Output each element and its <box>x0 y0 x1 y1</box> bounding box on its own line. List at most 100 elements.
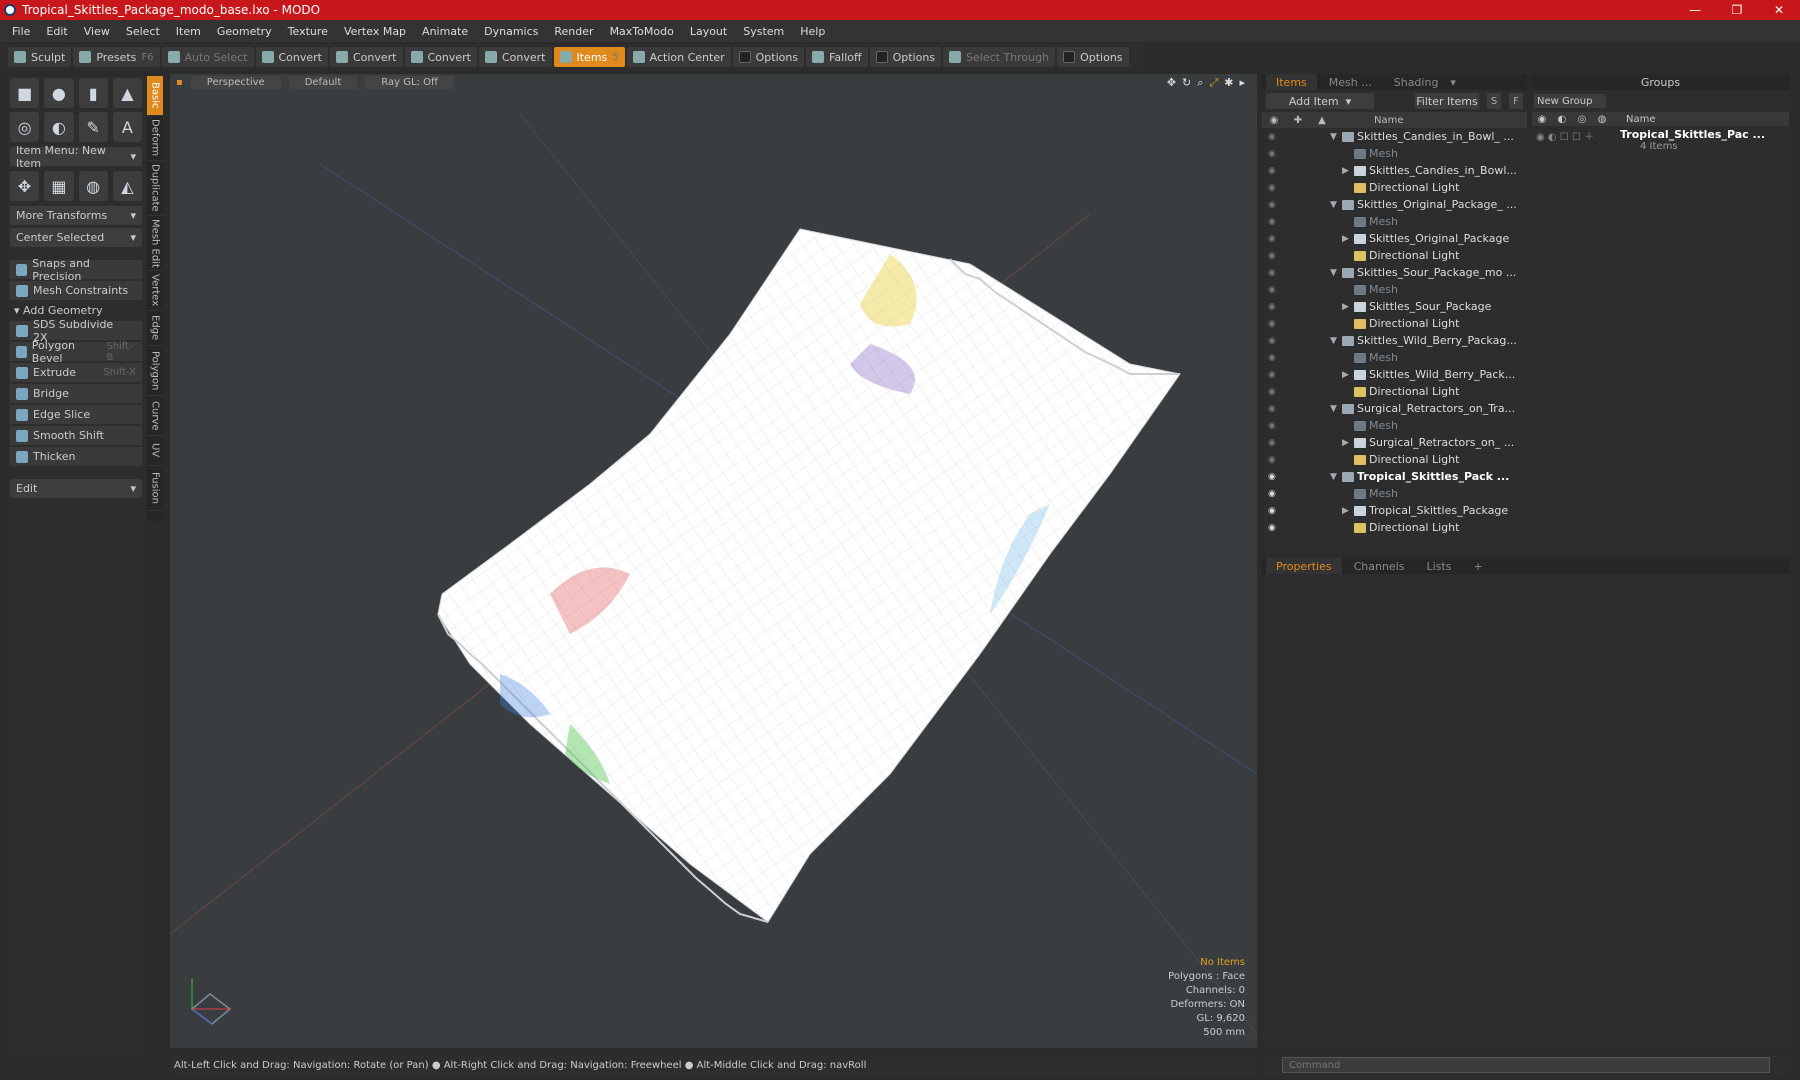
tab-polygon[interactable]: Polygon <box>147 346 163 396</box>
expand-arrow-icon[interactable]: ▼ <box>1330 472 1342 482</box>
tree-row-item[interactable]: ◉ ▶ Skittles_Wild_Berry_Pack... <box>1262 366 1527 383</box>
menu-texture[interactable]: Texture <box>280 25 336 38</box>
chevron-down-icon[interactable]: ▾ <box>1450 76 1456 89</box>
tab-curve[interactable]: Curve <box>147 396 163 436</box>
s-toggle[interactable]: S <box>1487 93 1501 109</box>
menu-view[interactable]: View <box>76 25 118 38</box>
collapse-arrow-icon[interactable]: ▶ <box>1342 370 1354 380</box>
filter-items-button[interactable]: Filter Items <box>1415 93 1479 109</box>
menu-animate[interactable]: Animate <box>414 25 476 38</box>
lock-icon[interactable]: ◐ <box>1552 114 1572 125</box>
tree-row-light[interactable]: ◉ Directional Light <box>1262 451 1527 468</box>
rotate-icon[interactable]: ↻ <box>1182 76 1191 90</box>
tree-row-light[interactable]: ◉ Directional Light <box>1262 519 1527 536</box>
visibility-eye-icon[interactable]: ◉ <box>1262 523 1278 533</box>
visibility-eye-icon[interactable]: ◉ <box>1262 489 1278 499</box>
tree-row-light[interactable]: ◉ Directional Light <box>1262 247 1527 264</box>
menu-dynamics[interactable]: Dynamics <box>476 25 546 38</box>
tab-items[interactable]: Items <box>1266 74 1317 90</box>
collapse-arrow-icon[interactable]: ▶ <box>1342 234 1354 244</box>
collapse-arrow-icon[interactable]: ▶ <box>1342 302 1354 312</box>
tree-row-light[interactable]: ◉ Directional Light <box>1262 315 1527 332</box>
render-icon[interactable]: ▲ <box>1310 115 1334 126</box>
menu-vertex-map[interactable]: Vertex Map <box>336 25 414 38</box>
command-input[interactable] <box>1282 1057 1770 1073</box>
visibility-eye-icon[interactable]: ◉ <box>1262 132 1278 142</box>
capsule-icon[interactable]: ◐ <box>44 112 74 142</box>
tree-row-mesh[interactable]: ◉ Mesh <box>1262 417 1527 434</box>
tab-fusion[interactable]: Fusion <box>147 466 163 511</box>
tab-channels[interactable]: Channels <box>1344 558 1415 574</box>
tree-row-mesh[interactable]: ◉ Mesh <box>1262 485 1527 502</box>
falloff-button[interactable]: Falloff <box>806 47 868 67</box>
smooth-shift-button[interactable]: Smooth Shift <box>10 426 142 445</box>
visibility-eye-icon[interactable]: ◉ <box>1262 251 1278 261</box>
menu-file[interactable]: File <box>4 25 38 38</box>
visibility-eye-icon[interactable]: ◉ <box>1262 421 1278 431</box>
auto-select-button[interactable]: Auto Select <box>161 47 254 67</box>
more-transforms-dropdown[interactable]: More Transforms ▾ <box>10 206 142 225</box>
tree-row-scene[interactable]: ◉ ▼ Skittles_Original_Package_ ... <box>1262 196 1527 213</box>
fit-icon[interactable]: ⤢ <box>1209 76 1218 90</box>
visibility-eye-icon[interactable]: ◉ <box>1262 404 1278 414</box>
action-center-button[interactable]: Action Center <box>626 47 731 67</box>
menu-maxtomodo[interactable]: MaxToModo <box>602 25 682 38</box>
convert-button-1[interactable]: Convert <box>255 47 328 67</box>
tree-row-item[interactable]: ◉ ▶ Skittles_Sour_Package <box>1262 298 1527 315</box>
tab-vertex[interactable]: Vertex <box>147 271 163 311</box>
tree-row-item[interactable]: ◉ ▶ Surgical_Retractors_on_ ... <box>1262 434 1527 451</box>
convert-button-4[interactable]: Convert <box>479 47 552 67</box>
polygon-bevel-button[interactable]: Polygon Bevel Shift-B <box>10 339 142 365</box>
extrude-button[interactable]: Extrude Shift-X <box>10 363 142 382</box>
f-toggle[interactable]: F <box>1509 93 1523 109</box>
sphere-icon[interactable]: ● <box>44 78 74 108</box>
visibility-eye-icon[interactable]: ◉ <box>1262 200 1278 210</box>
expand-arrow-icon[interactable]: ▼ <box>1330 132 1342 142</box>
menu-system[interactable]: System <box>735 25 792 38</box>
visibility-eye-icon[interactable]: ◉ <box>1262 183 1278 193</box>
tree-row-item[interactable]: ◉ ▶ Skittles_Original_Package <box>1262 230 1527 247</box>
visibility-eye-icon[interactable]: ◉ <box>1262 472 1278 482</box>
item-menu-dropdown[interactable]: Item Menu: New Item ▾ <box>10 144 142 170</box>
expand-arrow-icon[interactable]: ▼ <box>1330 200 1342 210</box>
text-icon[interactable]: A <box>112 112 142 142</box>
tab-duplicate[interactable]: Duplicate <box>147 161 163 216</box>
edge-slice-button[interactable]: Edge Slice <box>10 405 142 424</box>
minimize-button[interactable]: — <box>1674 0 1716 20</box>
tree-row-scene[interactable]: ◉ ▼ Skittles_Candies_in_Bowl_ ... <box>1262 128 1527 145</box>
visibility-eye-icon[interactable]: ◉ <box>1262 353 1278 363</box>
items-mode-button[interactable]: Items 5 <box>553 47 625 67</box>
view-type-dropdown[interactable]: Perspective <box>190 75 281 89</box>
eye-icon[interactable]: ◉ <box>1532 114 1552 125</box>
falloff-options[interactable]: Options <box>869 47 942 67</box>
raygl-toggle[interactable]: Ray GL: Off <box>365 75 454 89</box>
eye-icon[interactable]: ◉ <box>1262 115 1286 126</box>
visibility-eye-icon[interactable]: ◉ <box>1262 387 1278 397</box>
tree-row-item[interactable]: ◉ ▶ Skittles_Candies_in_Bowl... <box>1262 162 1527 179</box>
play-icon[interactable]: ▸ <box>1239 76 1245 90</box>
visibility-eye-icon[interactable]: ◉ <box>1262 268 1278 278</box>
tab-deform[interactable]: Deform <box>147 116 163 161</box>
visibility-eye-icon[interactable]: ◉ <box>1262 234 1278 244</box>
shading-dropdown[interactable]: Default <box>288 75 358 89</box>
tree-row-mesh[interactable]: ◉ Mesh <box>1262 349 1527 366</box>
menu-geometry[interactable]: Geometry <box>209 25 280 38</box>
bridge-button[interactable]: Bridge <box>10 384 142 403</box>
close-button[interactable]: ✕ <box>1758 0 1800 20</box>
tab-basic[interactable]: Basic <box>147 76 163 116</box>
visibility-eye-icon[interactable]: ◉ <box>1262 438 1278 448</box>
lock-icon[interactable]: ✚ <box>1286 115 1310 126</box>
sculpt-button[interactable]: Sculpt <box>8 47 72 67</box>
visibility-eye-icon[interactable]: ◉ <box>1262 149 1278 159</box>
expand-arrow-icon[interactable]: ▼ <box>1330 404 1342 414</box>
group-row[interactable]: ◉ ◐ ☐ ☐ ＋ Tropical_Skittles_Pac ... 4 It… <box>1532 126 1789 152</box>
convert-button-3[interactable]: Convert <box>404 47 477 67</box>
expand-arrow-icon[interactable]: ▼ <box>1330 336 1342 346</box>
action-center-options[interactable]: Options <box>732 47 805 67</box>
tree-row-mesh[interactable]: ◉ Mesh <box>1262 281 1527 298</box>
visibility-eye-icon[interactable]: ◉ <box>1262 217 1278 227</box>
render-icon[interactable]: ◎ <box>1572 114 1592 125</box>
cylinder-icon[interactable]: ▮ <box>78 78 108 108</box>
visibility-eye-icon[interactable]: ◉ <box>1262 336 1278 346</box>
expand-arrow-icon[interactable]: ▼ <box>1330 268 1342 278</box>
